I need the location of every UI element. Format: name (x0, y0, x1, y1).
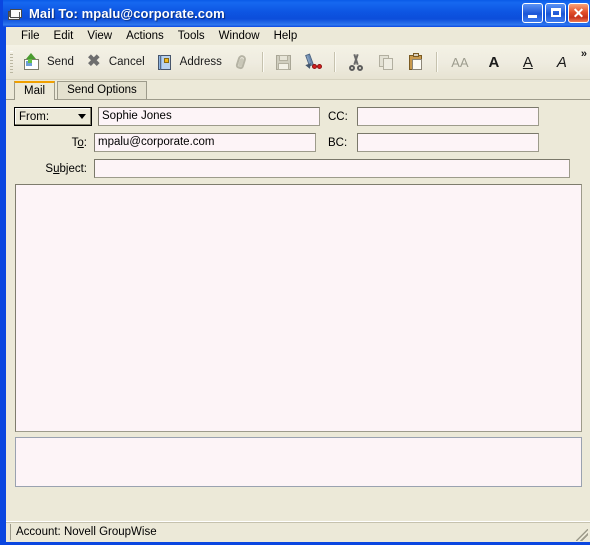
compose-form: From: Sophie Jones CC: To: mpalu@corpora… (6, 100, 590, 179)
window-title: Mail To: mpalu@corporate.com (29, 6, 225, 21)
italic-button[interactable]: A (545, 49, 579, 75)
message-body-input[interactable] (15, 184, 582, 432)
to-label: To: (71, 136, 87, 149)
account-status-text: Account: Novell GroupWise (16, 526, 157, 538)
to-input[interactable]: mpalu@corporate.com (94, 133, 316, 152)
window-controls: ✕ (522, 3, 589, 23)
toolbar: Send ✖ Cancel Address AA A A A » (6, 45, 590, 80)
address-button[interactable]: Address (150, 49, 227, 75)
attachment-pane[interactable] (15, 437, 582, 487)
subject-label: Subject: (45, 162, 87, 175)
tab-mail[interactable]: Mail (14, 81, 56, 100)
cancel-icon: ✖ (87, 53, 101, 70)
close-button[interactable]: ✕ (568, 3, 589, 23)
menu-bar: File Edit View Actions Tools Window Help (6, 27, 590, 45)
attach-button[interactable] (227, 49, 257, 75)
client-area: File Edit View Actions Tools Window Help… (6, 27, 590, 542)
copy-icon (376, 53, 396, 71)
bc-input[interactable] (356, 133, 539, 152)
menu-item-window[interactable]: Window (212, 29, 267, 43)
cut-icon (346, 53, 366, 71)
menu-item-help[interactable]: Help (267, 29, 305, 43)
send-button[interactable]: Send (17, 49, 79, 75)
toolbar-grip[interactable] (10, 51, 13, 73)
row-subject: Subject: (14, 158, 582, 179)
cc-label: CC: (328, 110, 348, 123)
status-bar: Account: Novell GroupWise (6, 521, 590, 542)
underline-button[interactable]: A (511, 49, 545, 75)
maximize-button[interactable] (545, 3, 566, 23)
send-icon (22, 53, 42, 71)
toolbar-separator (333, 52, 336, 72)
minimize-button[interactable] (522, 3, 543, 23)
address-book-icon (155, 53, 175, 71)
tab-send-options[interactable]: Send Options (57, 81, 147, 99)
menu-item-file[interactable]: File (14, 29, 47, 43)
cc-input[interactable] (356, 107, 539, 126)
paste-icon (406, 53, 426, 71)
save-icon (274, 53, 294, 71)
paste-button[interactable] (401, 49, 431, 75)
menu-item-actions[interactable]: Actions (119, 29, 171, 43)
from-select-label: From: (19, 110, 50, 123)
cut-button[interactable] (341, 49, 371, 75)
from-input[interactable]: Sophie Jones (98, 107, 320, 126)
bold-button[interactable]: A (477, 49, 511, 75)
attach-paperclip-icon (232, 53, 252, 71)
bold-icon: A (488, 53, 500, 71)
cancel-button[interactable]: ✖ Cancel (79, 49, 150, 75)
menu-item-tools[interactable]: Tools (171, 29, 212, 43)
toolbar-separator (435, 52, 438, 72)
cancel-button-label: Cancel (108, 56, 145, 68)
overflow-chevron-icon[interactable]: » (581, 48, 587, 60)
spell-check-button[interactable] (299, 49, 329, 75)
menu-item-edit[interactable]: Edit (47, 29, 81, 43)
toolbar-separator (261, 52, 264, 72)
chevron-down-icon (78, 114, 86, 119)
row-from-cc: From: Sophie Jones CC: (14, 106, 582, 127)
save-button[interactable] (269, 49, 299, 75)
underline-icon: A (522, 53, 533, 71)
subject-input[interactable] (94, 159, 570, 178)
font-size-button[interactable]: AA (443, 49, 477, 75)
address-button-label: Address (179, 56, 222, 68)
font-size-icon: AA (451, 54, 469, 70)
send-button-label: Send (47, 56, 74, 68)
from-select[interactable]: From: (14, 107, 92, 126)
mail-envelope-icon (8, 7, 24, 21)
spell-check-icon (304, 53, 324, 71)
copy-button[interactable] (371, 49, 401, 75)
tab-strip: Mail Send Options (6, 80, 590, 100)
row-to-bc: To: mpalu@corporate.com BC: (14, 132, 582, 153)
title-bar: Mail To: mpalu@corporate.com ✕ (3, 0, 590, 27)
italic-icon: A (556, 53, 567, 71)
menu-item-view[interactable]: View (80, 29, 119, 43)
mail-compose-window: Mail To: mpalu@corporate.com ✕ File Edit… (0, 0, 590, 545)
close-icon: ✕ (572, 5, 585, 21)
account-status-pane: Account: Novell GroupWise (10, 524, 157, 540)
resize-grip-icon[interactable] (576, 529, 588, 541)
bc-label: BC: (328, 136, 348, 149)
